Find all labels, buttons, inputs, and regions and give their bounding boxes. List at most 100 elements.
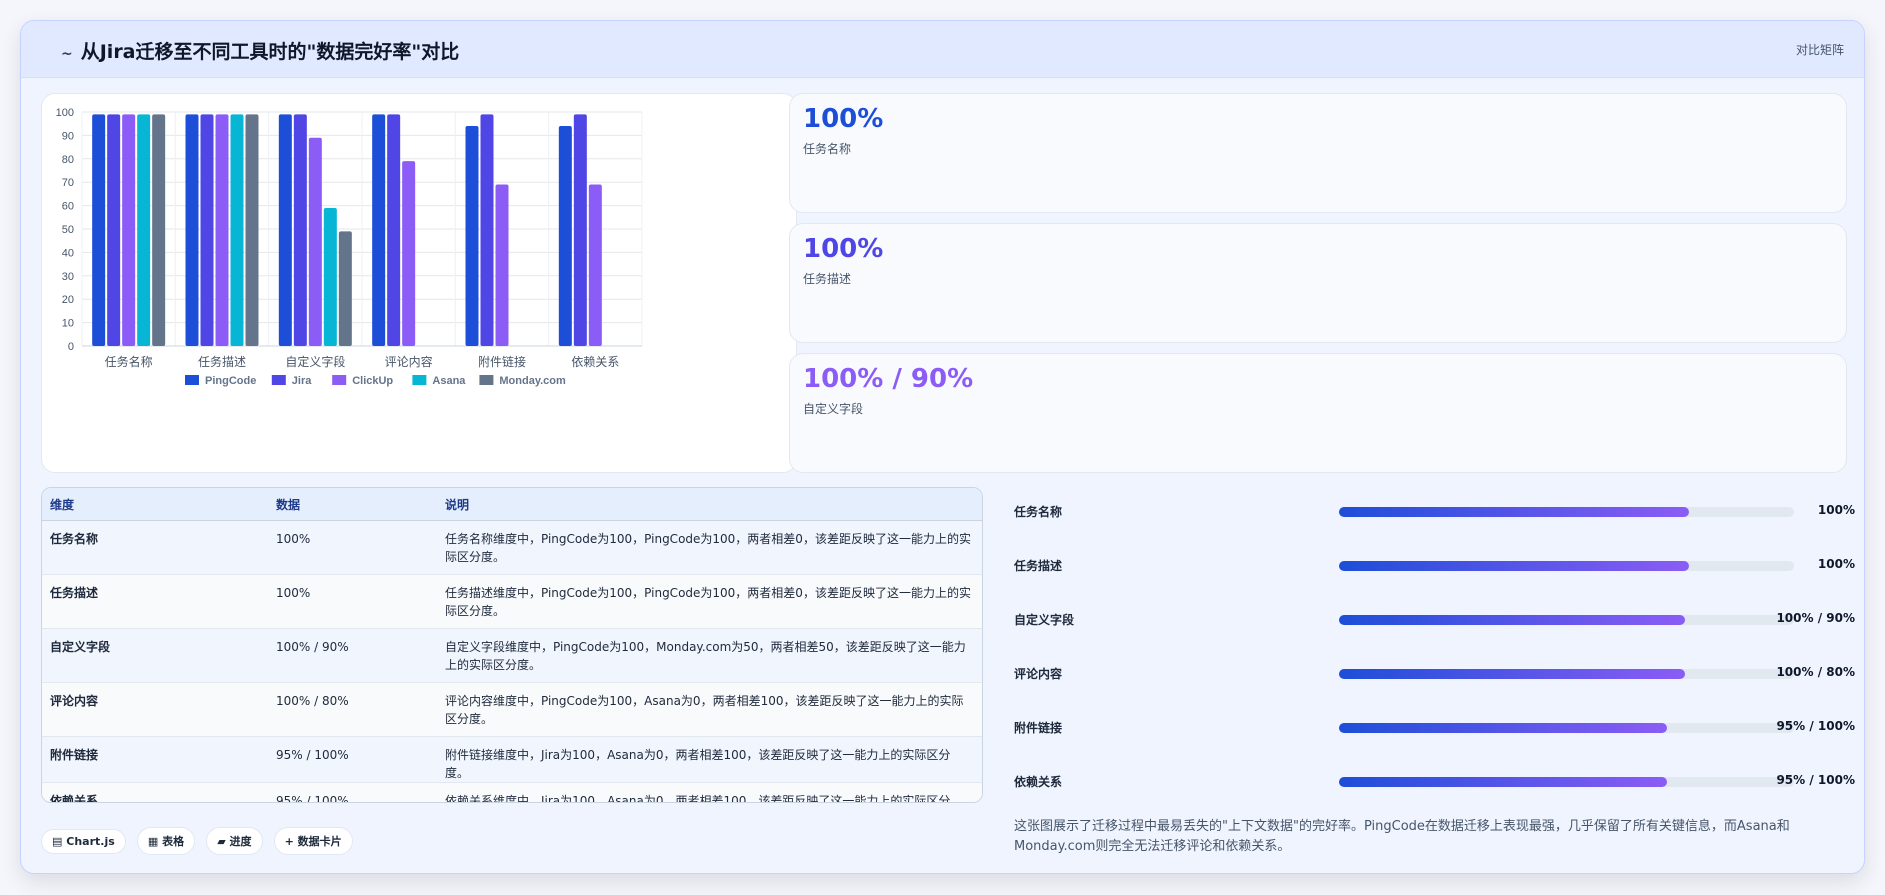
progress-track bbox=[1339, 723, 1794, 733]
y-tick-label: 20 bbox=[62, 294, 74, 306]
cell-dimension: 任务描述 bbox=[42, 574, 268, 629]
legend-swatch bbox=[412, 375, 427, 385]
table-row: 自定义字段 100% / 90% 自定义字段维度中，PingCode为100，M… bbox=[42, 628, 982, 683]
progress-row-attachments: 附件链接 95% / 100% bbox=[1014, 717, 1864, 737]
progress-fill bbox=[1339, 615, 1685, 625]
legend-label: Jira bbox=[292, 375, 312, 387]
progress-track bbox=[1339, 507, 1794, 517]
progress-track bbox=[1339, 615, 1794, 625]
stat-value: 100% bbox=[803, 104, 884, 134]
progress-track bbox=[1339, 777, 1794, 787]
cell-description: 任务名称维度中，PingCode为100，PingCode为100，两者相差0，… bbox=[437, 520, 982, 575]
legend-swatch bbox=[479, 375, 494, 385]
table-row: 附件链接 95% / 100% 附件链接维度中，Jira为100，Asana为0… bbox=[42, 736, 982, 783]
chart-footnote: 这张图展示了迁移过程中最易丢失的"上下文数据"的完好率。PingCode在数据迁… bbox=[1014, 819, 1790, 854]
column-header-description: 说明 bbox=[437, 488, 982, 521]
stat-card-task-description: 100% 任务描述 bbox=[789, 223, 1847, 343]
bar-pingcode bbox=[558, 126, 572, 346]
bar-pingcode bbox=[372, 114, 386, 346]
chip-progress[interactable]: ▰ 进度 bbox=[206, 827, 263, 855]
cell-dimension: 任务名称 bbox=[42, 520, 268, 575]
dashboard-panel: ~ 从Jira迁移至不同工具时的"数据完好率"对比 对比矩阵 0 10 20 30 40 5… bbox=[20, 20, 1865, 874]
bar-pingcode bbox=[278, 114, 292, 346]
x-tick-label: 评论内容 bbox=[385, 354, 433, 369]
view-chips: ▤ Chart.js ▦ 表格 ▰ 进度 + 数据卡片 bbox=[41, 827, 359, 855]
x-tick-label: 依赖关系 bbox=[571, 354, 619, 369]
progress-value: 95% / 100% bbox=[1776, 719, 1855, 733]
y-tick-label: 90 bbox=[62, 130, 74, 142]
x-tick-label: 自定义字段 bbox=[285, 354, 345, 369]
bar-jira bbox=[293, 114, 307, 346]
chip-table[interactable]: ▦ 表格 bbox=[136, 827, 196, 855]
progress-track bbox=[1339, 561, 1794, 571]
stat-label: 任务描述 bbox=[803, 272, 852, 286]
x-tick-label: 任务名称 bbox=[105, 354, 153, 369]
bar-clickup bbox=[308, 137, 322, 346]
progress-value: 100% / 80% bbox=[1776, 665, 1855, 679]
chip-label: 数据卡片 bbox=[297, 835, 342, 848]
column-header-dimension: 维度 bbox=[42, 488, 268, 521]
stat-value: 100% bbox=[803, 234, 884, 264]
progress-row-task-description: 任务描述 100% bbox=[1014, 555, 1864, 575]
progress-track bbox=[1339, 669, 1794, 679]
bar-jira bbox=[573, 114, 587, 346]
cell-data: 100% / 90% bbox=[268, 628, 437, 683]
bar-asana bbox=[230, 114, 244, 346]
y-tick-label: 30 bbox=[62, 271, 74, 283]
bar-clickup bbox=[122, 114, 136, 346]
chip-data-card[interactable]: + 数据卡片 bbox=[273, 827, 353, 855]
stat-label: 自定义字段 bbox=[803, 402, 864, 416]
legend-swatch bbox=[185, 375, 199, 385]
progress-row-comments: 评论内容 100% / 80% bbox=[1014, 663, 1864, 683]
cell-dimension: 评论内容 bbox=[42, 682, 268, 737]
progress-label: 依赖关系 bbox=[1014, 775, 1063, 789]
bar-asana bbox=[137, 114, 151, 346]
cell-data: 100% / 80% bbox=[268, 682, 437, 737]
cell-description: 自定义字段维度中，PingCode为100，Monday.com为50，两者相差… bbox=[437, 628, 982, 683]
progress-label: 任务描述 bbox=[1014, 559, 1063, 573]
cell-description: 依赖关系维度中，Jira为100，Asana为0，两者相差100，该差距反映了这… bbox=[437, 782, 982, 802]
bar-monday-com bbox=[338, 231, 352, 346]
cell-data: 95% / 100% bbox=[268, 782, 437, 802]
stat-value: 100% / 90% bbox=[803, 364, 974, 394]
progress-label: 评论内容 bbox=[1014, 667, 1063, 681]
table-row: 任务名称 100% 任务名称维度中，PingCode为100，PingCode为… bbox=[42, 520, 982, 575]
bar-pingcode bbox=[185, 114, 199, 346]
cell-dimension: 附件链接 bbox=[42, 736, 268, 783]
progress-value: 100% / 90% bbox=[1776, 611, 1855, 625]
table-row: 依赖关系 95% / 100% 依赖关系维度中，Jira为100，Asana为0… bbox=[42, 782, 982, 802]
cell-dimension: 自定义字段 bbox=[42, 628, 268, 683]
cell-description: 评论内容维度中，PingCode为100，Asana为0，两者相差100，该差距… bbox=[437, 682, 982, 737]
column-header-data: 数据 bbox=[268, 488, 437, 521]
bar-monday-com bbox=[245, 114, 259, 346]
chip-label: 进度 bbox=[229, 835, 252, 848]
progress-value: 100% bbox=[1817, 503, 1855, 517]
bar-monday-com bbox=[152, 114, 166, 346]
progress-fill bbox=[1339, 507, 1690, 517]
y-tick-label: 50 bbox=[62, 224, 74, 236]
x-tick-label: 附件链接 bbox=[478, 354, 526, 369]
legend-swatch bbox=[332, 375, 347, 385]
progress-fill bbox=[1339, 777, 1667, 787]
bar-jira bbox=[200, 114, 214, 346]
progress-value: 95% / 100% bbox=[1776, 773, 1855, 787]
legend-label: ClickUp bbox=[352, 375, 393, 387]
y-tick-label: 40 bbox=[62, 247, 74, 259]
stat-card-task-name: 100% 任务名称 bbox=[789, 93, 1847, 213]
card-icon: + bbox=[284, 835, 294, 848]
progress-row-task-name: 任务名称 100% bbox=[1014, 501, 1864, 521]
chip-chartjs[interactable]: ▤ Chart.js bbox=[41, 829, 126, 854]
x-tick-label: 任务描述 bbox=[198, 354, 246, 369]
cell-data: 100% bbox=[268, 520, 437, 575]
bar-clickup bbox=[495, 184, 509, 346]
y-tick-label: 70 bbox=[62, 177, 74, 189]
table-row: 任务描述 100% 任务描述维度中，PingCode为100，PingCode为… bbox=[42, 574, 982, 629]
legend-label: PingCode bbox=[205, 375, 256, 387]
progress-row-custom-field: 自定义字段 100% / 90% bbox=[1014, 609, 1864, 629]
cell-data: 100% bbox=[268, 574, 437, 629]
bar-clickup bbox=[588, 184, 602, 346]
table-row: 评论内容 100% / 80% 评论内容维度中，PingCode为100，Asa… bbox=[42, 682, 982, 737]
y-tick-label: 0 bbox=[68, 341, 74, 353]
bar-jira bbox=[107, 114, 121, 346]
chart-icon: ▤ bbox=[52, 835, 63, 848]
